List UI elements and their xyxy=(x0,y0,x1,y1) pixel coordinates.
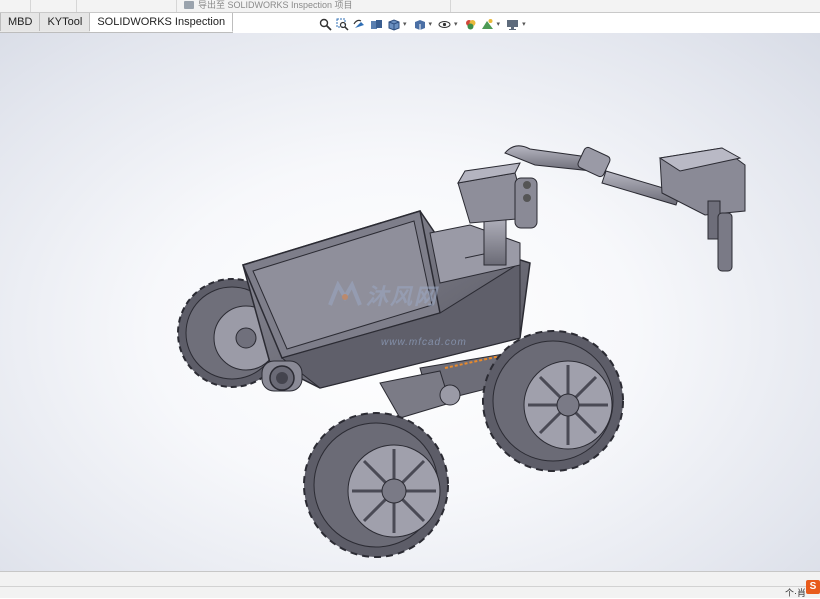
view-settings-icon[interactable] xyxy=(505,17,520,32)
status-divider xyxy=(0,586,820,587)
chevron-down-icon[interactable]: ▾ xyxy=(429,20,433,28)
section-view-icon[interactable] xyxy=(369,17,384,32)
hide-show-items-icon[interactable] xyxy=(437,17,452,32)
heads-up-view-toolbar: ▾ ▾ ▾ ▾ ▾ xyxy=(318,15,529,33)
export-inspection-command[interactable]: 导出至 SOLIDWORKS Inspection 项目 xyxy=(184,0,353,11)
graphics-viewport[interactable]: 沐风网 www.mfcad.com xyxy=(0,33,820,571)
zoom-to-fit-icon[interactable] xyxy=(318,17,333,32)
robotic-arm xyxy=(457,145,746,272)
ribbon-divider xyxy=(30,0,31,12)
export-icon xyxy=(184,0,194,9)
ribbon-divider xyxy=(176,0,177,12)
wheel-front-left xyxy=(303,412,449,558)
ribbon-divider xyxy=(76,0,77,12)
display-style-icon[interactable] xyxy=(412,17,427,32)
export-command-label: 导出至 SOLIDWORKS Inspection 项目 xyxy=(198,0,353,10)
ribbon-divider xyxy=(450,0,451,12)
previous-view-icon[interactable] xyxy=(352,17,367,32)
apply-scene-icon[interactable] xyxy=(480,17,495,32)
chevron-down-icon[interactable]: ▾ xyxy=(403,20,407,28)
ribbon-strip: 导出至 SOLIDWORKS Inspection 项目 xyxy=(0,0,820,13)
chevron-down-icon[interactable]: ▾ xyxy=(522,20,526,28)
watermark-url: www.mfcad.com xyxy=(381,337,467,348)
status-bar: 个·肖 S xyxy=(0,571,820,598)
corner-app-icon[interactable]: S xyxy=(806,580,820,594)
command-manager-tabs: MBD KYTool SOLIDWORKS Inspection xyxy=(0,13,234,33)
chevron-down-icon[interactable]: ▾ xyxy=(454,20,458,28)
view-orientation-icon[interactable] xyxy=(386,17,401,32)
wheel-front-right xyxy=(482,330,624,472)
status-right-text: 个·肖 xyxy=(785,588,806,598)
tab-mbd[interactable]: MBD xyxy=(0,13,41,31)
tab-kytool[interactable]: KYTool xyxy=(40,13,91,31)
chevron-down-icon[interactable]: ▾ xyxy=(497,20,501,28)
edit-appearance-icon[interactable] xyxy=(463,17,478,32)
rover-model[interactable] xyxy=(0,33,820,571)
zoom-to-area-icon[interactable] xyxy=(335,17,350,32)
tab-solidworks-inspection[interactable]: SOLIDWORKS Inspection xyxy=(90,13,234,32)
